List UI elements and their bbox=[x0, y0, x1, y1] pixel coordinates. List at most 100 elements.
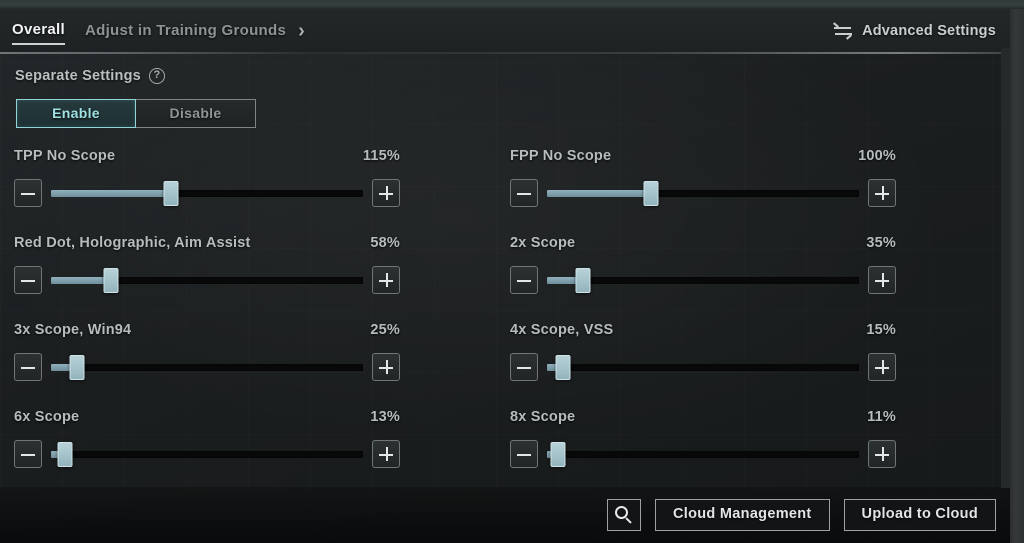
slider-track-6x-scope[interactable] bbox=[51, 440, 363, 468]
slider-row-pair: 3x Scope, Win94 25% 4x Scope, VSS 15% bbox=[0, 322, 1010, 409]
slider-track-3x-scope-win94[interactable] bbox=[51, 353, 363, 381]
decrement-button-3x-scope-win94[interactable] bbox=[14, 353, 42, 381]
sensitivity-row-header: 3x Scope, Win94 25% bbox=[14, 322, 400, 344]
sensitivity-row-3x-scope-win94: 3x Scope, Win94 25% bbox=[14, 322, 400, 382]
decrement-button-8x-scope[interactable] bbox=[510, 440, 538, 468]
separate-settings-toggle: Enable Disable bbox=[16, 99, 256, 128]
sensitivity-row-6x-scope: 6x Scope 13% bbox=[14, 409, 400, 469]
minus-icon bbox=[517, 366, 531, 370]
increment-button-3x-scope-win94[interactable] bbox=[372, 353, 400, 381]
plus-icon-bar bbox=[385, 273, 389, 287]
decrement-button-6x-scope[interactable] bbox=[14, 440, 42, 468]
cloud-management-button[interactable]: Cloud Management bbox=[655, 499, 830, 531]
upload-to-cloud-button[interactable]: Upload to Cloud bbox=[843, 499, 996, 531]
sensitivity-controls bbox=[14, 265, 400, 295]
sensitivity-label-6x-scope: 6x Scope bbox=[14, 409, 80, 425]
plus-icon-bar bbox=[385, 186, 389, 200]
slider-thumb-6x-scope[interactable] bbox=[57, 442, 73, 467]
sensitivity-value-tpp-no-scope: 115% bbox=[362, 148, 400, 164]
sensitivity-row-fpp-no-scope: FPP No Scope 100% bbox=[510, 148, 896, 208]
minus-icon bbox=[517, 279, 531, 283]
separate-settings-label: Separate Settings bbox=[15, 68, 141, 84]
separate-settings-disable-button[interactable]: Disable bbox=[136, 99, 256, 128]
minus-icon bbox=[517, 192, 531, 196]
swap-arrows-icon bbox=[833, 22, 853, 40]
slider-thumb-8x-scope[interactable] bbox=[550, 442, 566, 467]
sensitivity-label-tpp-no-scope: TPP No Scope bbox=[14, 148, 116, 164]
sensitivity-label-3x-scope-win94: 3x Scope, Win94 bbox=[14, 322, 132, 338]
sensitivity-row-8x-scope: 8x Scope 11% bbox=[510, 409, 896, 469]
slider-track-4x-scope-vss[interactable] bbox=[547, 353, 859, 381]
slider-track-fill bbox=[51, 190, 171, 197]
increment-button-tpp-no-scope[interactable] bbox=[372, 179, 400, 207]
help-question-icon[interactable]: ? bbox=[148, 68, 165, 84]
slider-track-empty bbox=[547, 364, 859, 371]
sensitivity-row-4x-scope-vss: 4x Scope, VSS 15% bbox=[510, 322, 896, 382]
minus-icon bbox=[21, 279, 35, 283]
right-edge-bar bbox=[1010, 9, 1024, 543]
slider-thumb-4x-scope-vss[interactable] bbox=[555, 355, 571, 380]
sensitivity-label-red-dot-holographic-aim-assist: Red Dot, Holographic, Aim Assist bbox=[14, 235, 251, 251]
slider-thumb-2x-scope[interactable] bbox=[575, 268, 591, 293]
minus-icon bbox=[517, 453, 531, 457]
slider-track-empty bbox=[51, 364, 363, 371]
top-status-strip bbox=[0, 0, 1024, 9]
sensitivity-controls bbox=[14, 352, 400, 382]
slider-row-pair: TPP No Scope 115% FPP No Scope 100% bbox=[0, 148, 1010, 235]
sensitivity-value-4x-scope-vss: 15% bbox=[866, 322, 896, 338]
sensitivity-row-header: 8x Scope 11% bbox=[510, 409, 896, 431]
search-button[interactable] bbox=[607, 499, 642, 531]
advanced-settings-button[interactable]: Advanced Settings bbox=[833, 9, 996, 53]
sensitivity-controls bbox=[14, 178, 400, 208]
slider-track-fpp-no-scope[interactable] bbox=[547, 179, 859, 207]
increment-button-6x-scope[interactable] bbox=[372, 440, 400, 468]
slider-thumb-3x-scope-win94[interactable] bbox=[69, 355, 85, 380]
sensitivity-value-red-dot-holographic-aim-assist: 58% bbox=[370, 235, 400, 251]
minus-icon bbox=[21, 192, 35, 196]
tab-adjust-in-training-grounds[interactable]: Adjust in Training Grounds bbox=[85, 9, 286, 53]
plus-icon-bar bbox=[881, 273, 885, 287]
plus-icon-bar bbox=[881, 360, 885, 374]
plus-icon-bar bbox=[385, 360, 389, 374]
decrement-button-4x-scope-vss[interactable] bbox=[510, 353, 538, 381]
increment-button-fpp-no-scope[interactable] bbox=[868, 179, 896, 207]
plus-icon-bar bbox=[881, 447, 885, 461]
sensitivity-row-header: TPP No Scope 115% bbox=[14, 148, 400, 170]
increment-button-8x-scope[interactable] bbox=[868, 440, 896, 468]
sensitivity-row-header: 6x Scope 13% bbox=[14, 409, 400, 431]
increment-button-2x-scope[interactable] bbox=[868, 266, 896, 294]
decrement-button-red-dot-holographic-aim-assist[interactable] bbox=[14, 266, 42, 294]
sensitivity-row-header: Red Dot, Holographic, Aim Assist 58% bbox=[14, 235, 400, 257]
slider-thumb-red-dot-holographic-aim-assist[interactable] bbox=[103, 268, 119, 293]
chevron-right-icon[interactable]: › bbox=[298, 9, 305, 53]
sensitivity-value-8x-scope: 11% bbox=[867, 409, 896, 425]
decrement-button-fpp-no-scope[interactable] bbox=[510, 179, 538, 207]
increment-button-4x-scope-vss[interactable] bbox=[868, 353, 896, 381]
minus-icon bbox=[21, 453, 35, 457]
slider-track-tpp-no-scope[interactable] bbox=[51, 179, 363, 207]
sensitivity-value-2x-scope: 35% bbox=[866, 235, 896, 251]
sensitivity-settings-screen: Overall Adjust in Training Grounds › Adv… bbox=[0, 0, 1024, 543]
sensitivity-row-red-dot-holographic-aim-assist: Red Dot, Holographic, Aim Assist 58% bbox=[14, 235, 400, 295]
slider-thumb-tpp-no-scope[interactable] bbox=[163, 181, 179, 206]
decrement-button-2x-scope[interactable] bbox=[510, 266, 538, 294]
bottom-action-bar: Cloud Management Upload to Cloud bbox=[0, 487, 1010, 543]
sensitivity-controls bbox=[510, 265, 896, 295]
separate-settings-enable-button[interactable]: Enable bbox=[16, 99, 136, 128]
separate-settings-header: Separate Settings ? bbox=[15, 68, 165, 84]
slider-track-red-dot-holographic-aim-assist[interactable] bbox=[51, 266, 363, 294]
sensitivity-row-tpp-no-scope: TPP No Scope 115% bbox=[14, 148, 400, 208]
minus-icon bbox=[21, 366, 35, 370]
decrement-button-tpp-no-scope[interactable] bbox=[14, 179, 42, 207]
advanced-settings-label: Advanced Settings bbox=[862, 23, 996, 39]
slider-track-8x-scope[interactable] bbox=[547, 440, 859, 468]
increment-button-red-dot-holographic-aim-assist[interactable] bbox=[372, 266, 400, 294]
plus-icon-bar bbox=[385, 447, 389, 461]
sensitivity-value-fpp-no-scope: 100% bbox=[858, 148, 896, 164]
tab-overall[interactable]: Overall bbox=[12, 8, 65, 54]
slider-track-2x-scope[interactable] bbox=[547, 266, 859, 294]
sensitivity-controls bbox=[510, 352, 896, 382]
sensitivity-label-8x-scope: 8x Scope bbox=[510, 409, 576, 425]
slider-thumb-fpp-no-scope[interactable] bbox=[643, 181, 659, 206]
right-scroll-track[interactable] bbox=[1001, 48, 1010, 488]
